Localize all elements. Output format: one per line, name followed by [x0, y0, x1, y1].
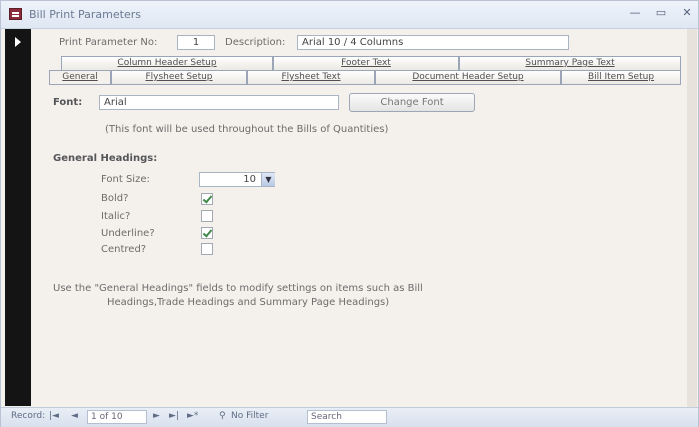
general-headings-title: General Headings: — [53, 153, 158, 164]
tab-flysheet-text[interactable]: Flysheet Text — [247, 70, 375, 84]
param-no-label: Print Parameter No: — [59, 37, 158, 48]
chevron-down-icon[interactable]: ▼ — [261, 173, 275, 186]
italic-label: Italic? — [101, 211, 131, 222]
font-field[interactable]: Arial — [99, 95, 339, 110]
tab-footer-text[interactable]: Footer Text — [273, 56, 459, 70]
filter-icon: ⚲ — [219, 411, 226, 421]
close-button[interactable]: ✕ — [679, 6, 695, 20]
underline-checkbox[interactable] — [201, 227, 213, 239]
minimize-button[interactable]: — — [627, 6, 643, 20]
font-size-value: 10 — [243, 174, 256, 185]
bold-checkbox[interactable] — [201, 193, 213, 205]
help-text-line-2: Headings,Trade Headings and Summary Page… — [107, 297, 390, 308]
first-record-icon[interactable]: |◄ — [49, 411, 59, 421]
current-record-arrow-icon — [15, 37, 21, 47]
search-input[interactable]: Search — [307, 410, 387, 424]
tab-flysheet-setup[interactable]: Flysheet Setup — [111, 70, 247, 84]
tab-general[interactable]: General — [49, 70, 111, 85]
tab-document-header-setup[interactable]: Document Header Setup — [375, 70, 561, 84]
font-label: Font: — [53, 97, 83, 108]
form-body: Print Parameter No: 1 Description: Arial… — [31, 29, 687, 407]
new-record-icon[interactable]: ►* — [187, 411, 198, 421]
font-size-label: Font Size: — [101, 174, 150, 185]
change-font-button[interactable]: Change Font — [349, 93, 475, 112]
previous-record-icon[interactable]: ◄ — [71, 411, 78, 421]
bill-print-parameters-window: Bill Print Parameters — ▭ ✕ Print Parame… — [0, 0, 699, 427]
vertical-scrollbar[interactable] — [687, 29, 697, 407]
tab-column-header-setup[interactable]: Column Header Setup — [61, 56, 273, 70]
record-navigation-bar: Record: |◄ ◄ 1 of 10 ► ►| ►* ⚲ No Filter… — [1, 407, 698, 427]
window-title: Bill Print Parameters — [29, 8, 141, 21]
filter-status[interactable]: No Filter — [231, 411, 268, 421]
tab-page-border — [49, 84, 681, 85]
underline-label: Underline? — [101, 228, 155, 239]
centred-checkbox[interactable] — [201, 243, 213, 255]
description-label: Description: — [225, 37, 286, 48]
record-selector[interactable] — [5, 29, 31, 406]
last-record-icon[interactable]: ►| — [169, 411, 179, 421]
help-text-line-1: Use the "General Headings" fields to mod… — [53, 283, 423, 294]
maximize-button[interactable]: ▭ — [653, 6, 669, 20]
title-bar: Bill Print Parameters — ▭ ✕ — [1, 1, 698, 29]
tab-summary-page-text[interactable]: Summary Page Text — [459, 56, 681, 70]
param-no-field[interactable]: 1 — [177, 35, 215, 50]
form-icon — [9, 8, 22, 20]
next-record-icon[interactable]: ► — [153, 411, 160, 421]
italic-checkbox[interactable] — [201, 210, 213, 222]
centred-label: Centred? — [101, 244, 147, 255]
description-field[interactable]: Arial 10 / 4 Columns — [297, 35, 569, 50]
tab-bill-item-setup[interactable]: Bill Item Setup — [561, 70, 681, 84]
font-note: (This font will be used throughout the B… — [105, 124, 389, 135]
record-label: Record: — [11, 411, 46, 421]
record-position-field[interactable]: 1 of 10 — [87, 410, 147, 424]
bold-label: Bold? — [101, 193, 129, 204]
